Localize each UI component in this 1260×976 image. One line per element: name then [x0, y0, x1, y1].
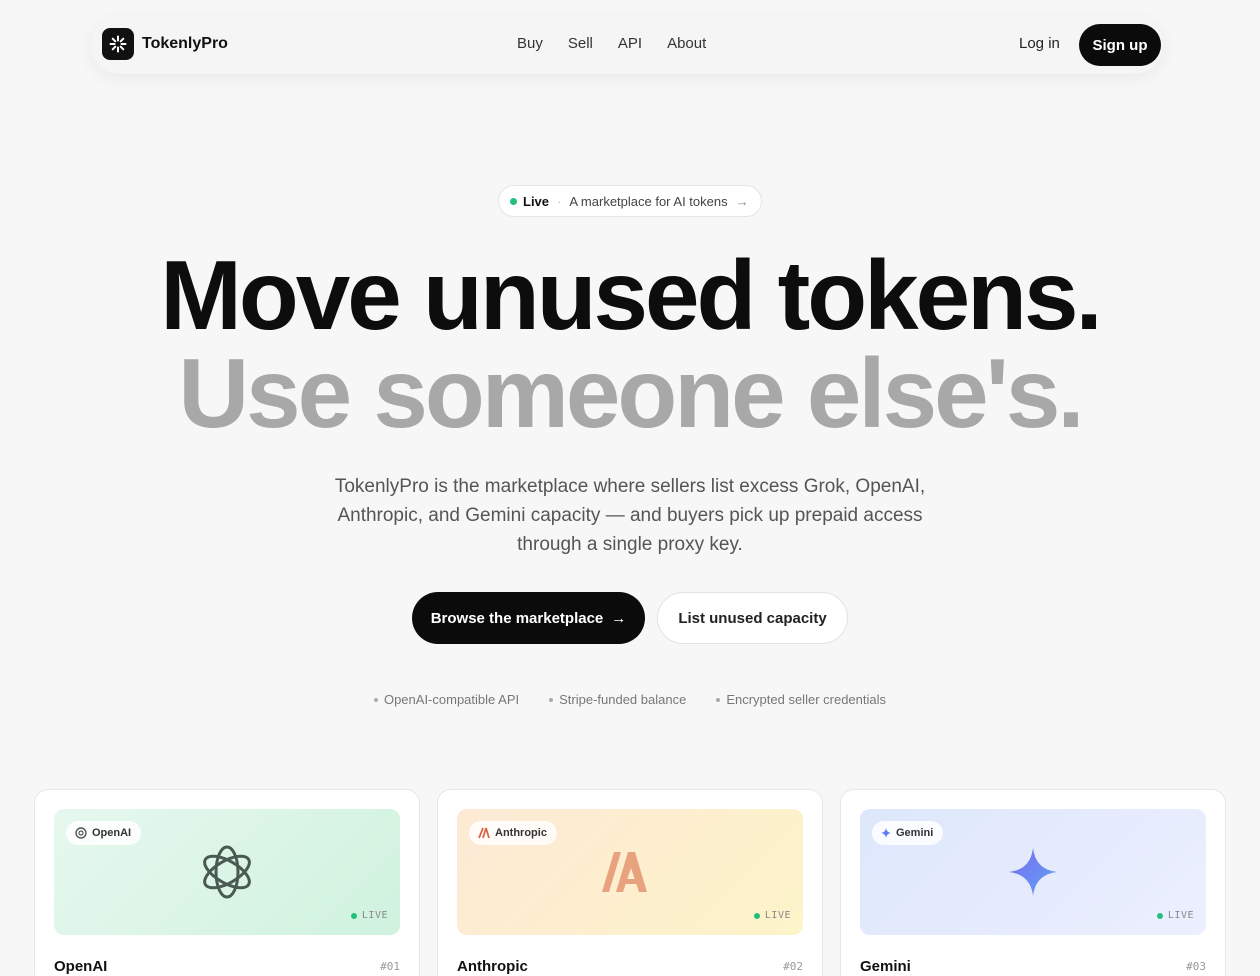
top-nav: TokenlyPro Buy Sell API About Log in Sig…: [91, 16, 1163, 74]
brand-logo-icon: [102, 28, 134, 60]
nav-link-sell[interactable]: Sell: [568, 35, 593, 52]
live-label: LIVE: [361, 910, 388, 921]
live-tag: LIVE: [350, 910, 388, 921]
live-tag: LIVE: [753, 910, 791, 921]
provider-card-anthropic[interactable]: Anthropic LIVE Anthropic #02: [437, 789, 823, 976]
brand-name: TokenlyPro: [142, 35, 228, 52]
arrow-right-icon: →: [735, 193, 749, 209]
pill-separator: ·: [557, 193, 562, 209]
bullet-icon: [549, 697, 554, 702]
chip-label: Anthropic: [495, 827, 547, 839]
nav-links: Buy Sell API About: [517, 35, 731, 52]
headline-primary: Move unused tokens.: [160, 240, 1103, 350]
card-hero: OpenAI LIVE: [54, 809, 400, 935]
bullet-icon: [373, 697, 378, 702]
login-link[interactable]: Log in: [1019, 35, 1060, 52]
signup-button[interactable]: Sign up: [1079, 24, 1161, 66]
arrow-right-icon: →: [611, 609, 627, 627]
announcement-pill[interactable]: Live · A marketplace for AI tokens →: [498, 185, 762, 217]
card-title: Gemini: [860, 958, 911, 975]
list-capacity-button[interactable]: List unused capacity: [657, 592, 848, 644]
chip-label: OpenAI: [92, 827, 132, 839]
provider-card-gemini[interactable]: Gemini LIVE Gemini #03: [840, 789, 1226, 976]
card-number: #03: [1186, 960, 1206, 973]
nav-link-buy[interactable]: Buy: [517, 35, 543, 52]
provider-chip: Anthropic: [469, 821, 557, 845]
gemini-icon: [1009, 848, 1057, 896]
browse-marketplace-label: Browse the marketplace: [430, 609, 604, 627]
feature-item: Encrypted seller credentials: [716, 692, 886, 707]
browse-marketplace-button[interactable]: Browse the marketplace →: [412, 592, 645, 644]
pill-status: Live: [523, 193, 550, 209]
openai-icon: [75, 827, 87, 839]
chip-label: Gemini: [896, 827, 934, 839]
feature-item: Stripe-funded balance: [549, 692, 686, 707]
live-label: LIVE: [764, 910, 791, 921]
card-title: OpenAI: [54, 958, 108, 975]
card-hero: Gemini LIVE: [860, 809, 1206, 935]
feature-label: Stripe-funded balance: [559, 692, 687, 707]
headline-secondary: Use someone else's.: [178, 338, 1084, 448]
hero-subtitle: TokenlyPro is the marketplace where sell…: [334, 476, 926, 555]
feature-label: OpenAI-compatible API: [383, 692, 520, 707]
provider-card-openai[interactable]: OpenAI LIVE OpenAI #01: [34, 789, 420, 976]
card-hero: Anthropic LIVE: [457, 809, 803, 935]
openai-icon: [203, 845, 251, 899]
feature-item: OpenAI-compatible API: [373, 692, 520, 707]
nav-link-api[interactable]: API: [618, 35, 642, 52]
nav-link-about[interactable]: About: [667, 35, 706, 52]
card-number: #01: [380, 960, 400, 973]
live-status-dot: [753, 912, 760, 919]
provider-chip: OpenAI: [66, 821, 142, 845]
bullet-icon: [716, 697, 721, 702]
feature-list: OpenAI-compatible API Stripe-funded bala…: [0, 692, 1260, 707]
live-status-dot: [510, 197, 517, 205]
card-number: #02: [783, 960, 803, 973]
gemini-icon: [881, 828, 891, 838]
anthropic-icon: [478, 827, 490, 839]
live-status-dot: [1156, 912, 1163, 919]
live-tag: LIVE: [1156, 910, 1194, 921]
anthropic-icon: [602, 852, 647, 892]
pill-text: A marketplace for AI tokens: [569, 193, 728, 209]
live-label: LIVE: [1167, 910, 1194, 921]
live-status-dot: [350, 912, 357, 919]
provider-chip: Gemini: [872, 821, 944, 845]
brand[interactable]: TokenlyPro: [102, 28, 228, 60]
card-title: Anthropic: [457, 958, 528, 975]
feature-label: Encrypted seller credentials: [726, 692, 887, 707]
